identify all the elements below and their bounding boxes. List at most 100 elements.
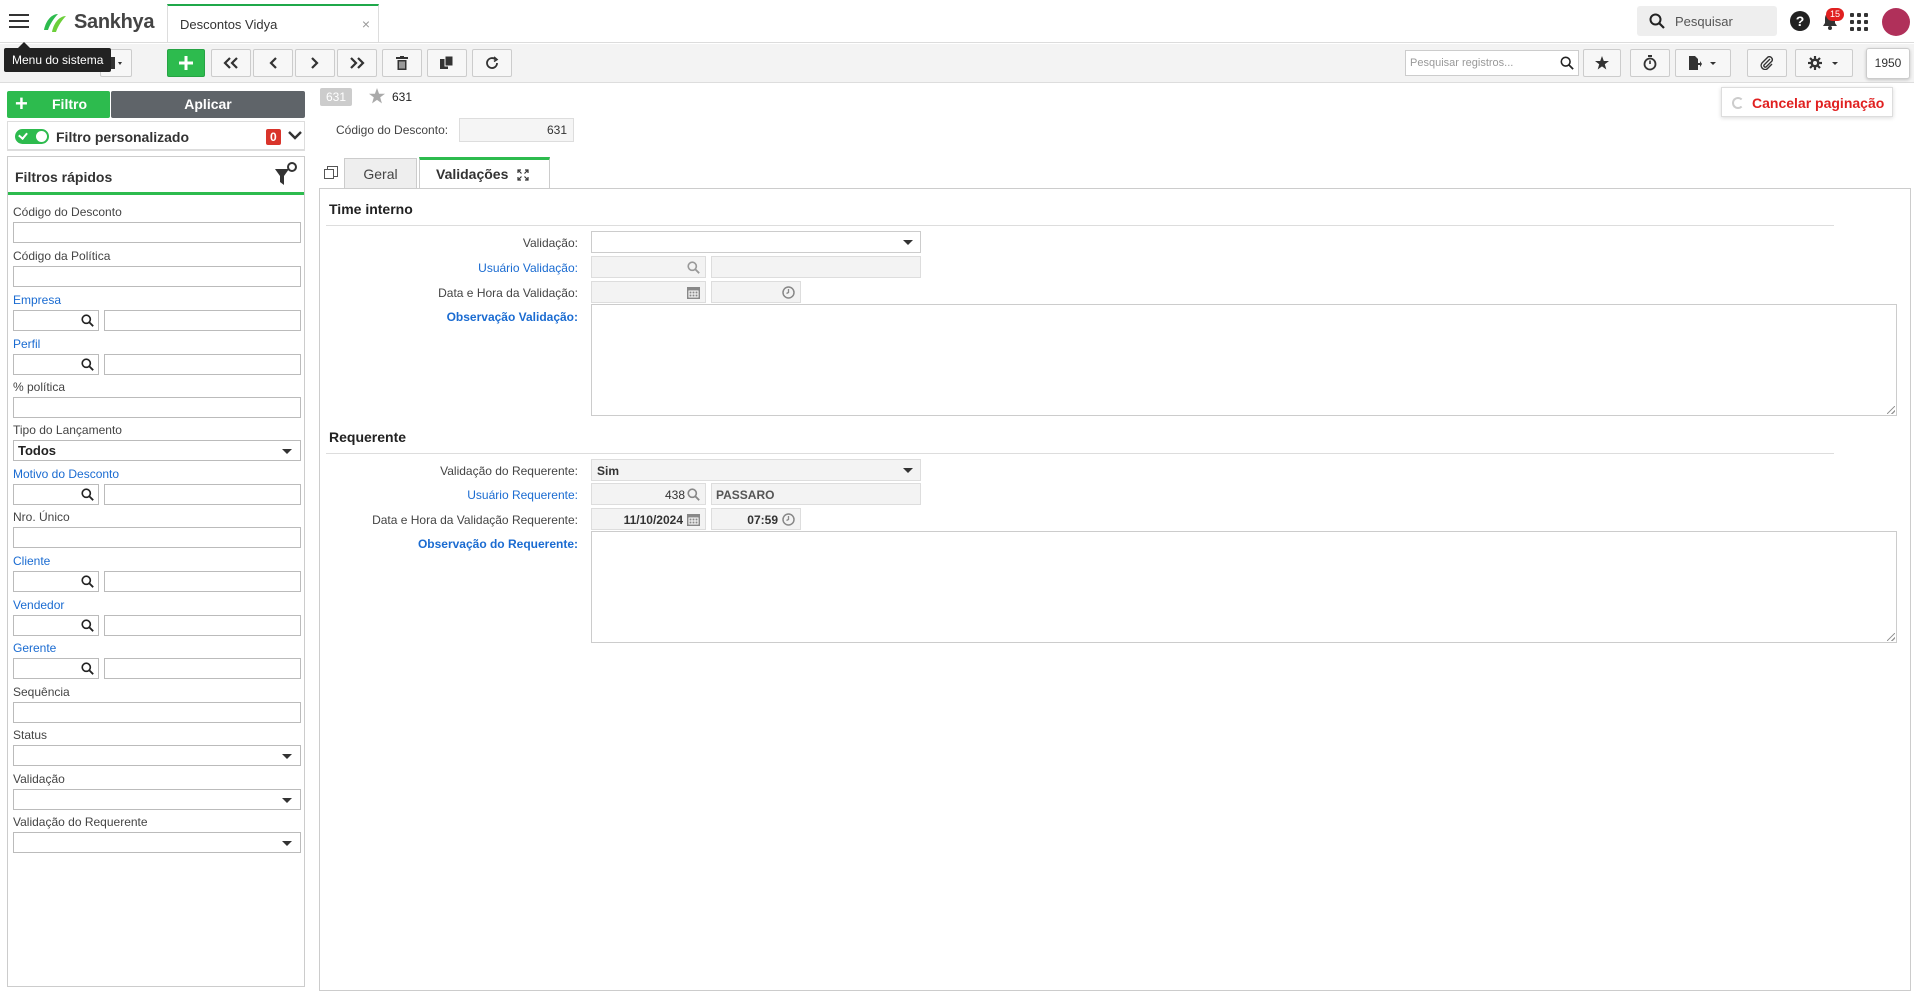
timer-button[interactable] [1630, 49, 1670, 77]
usuario-requerente-code-input[interactable]: 438 [591, 483, 706, 505]
duplicate-button[interactable] [427, 49, 467, 77]
chevron-down-icon[interactable] [288, 130, 302, 140]
apply-button[interactable]: Aplicar [111, 91, 305, 118]
filter-status-select[interactable] [13, 745, 301, 766]
filter-perfil-code-input[interactable] [13, 354, 99, 375]
filter-sequencia-input[interactable] [13, 702, 301, 723]
filter-gerente-label[interactable]: Gerente [13, 641, 301, 655]
filter-gerente-name-input[interactable] [104, 658, 301, 679]
filter-empresa-name-input[interactable] [104, 310, 301, 331]
add-button[interactable] [167, 49, 205, 77]
observacao-requerente-textarea[interactable] [591, 531, 1897, 643]
search-icon[interactable] [81, 662, 94, 675]
custom-filter-toggle[interactable] [15, 129, 49, 144]
filter-vendedor-code-input[interactable] [13, 615, 99, 636]
help-icon[interactable]: ? [1790, 11, 1810, 31]
filter-cliente-name-input[interactable] [104, 571, 301, 592]
filter-validacao-select[interactable] [13, 789, 301, 810]
hora-validacao-input[interactable] [711, 281, 801, 303]
search-icon[interactable] [81, 488, 94, 501]
data-requerente-input[interactable]: 11/10/2024 [591, 508, 706, 530]
document-tab[interactable]: Descontos Vidya × [167, 4, 379, 42]
apps-grid-icon[interactable] [1850, 13, 1868, 31]
filter-tipo-lancamento: Tipo do Lançamento Todos [13, 423, 301, 461]
refresh-icon [486, 56, 499, 69]
filter-perfil-label[interactable]: Perfil [13, 337, 301, 351]
tab-geral[interactable]: Geral [344, 158, 417, 189]
filter-validacao-requerente-select[interactable] [13, 832, 301, 853]
filter-gerente-code-input[interactable] [13, 658, 99, 679]
last-record-button[interactable] [337, 49, 377, 77]
observacao-requerente-label[interactable]: Observação do Requerente: [318, 537, 578, 551]
filter-cliente-label[interactable]: Cliente [13, 554, 301, 568]
search-icon[interactable] [81, 575, 94, 588]
codigo-desconto-field[interactable]: 631 [459, 118, 574, 142]
copy-tab-icon[interactable] [324, 166, 338, 180]
filter-status: Status [13, 728, 301, 766]
delete-button[interactable] [382, 49, 422, 77]
search-icon[interactable] [81, 314, 94, 327]
tab-validacoes[interactable]: Validações [419, 157, 550, 190]
filter-perc-politica-input[interactable] [13, 397, 301, 418]
usuario-validacao-label[interactable]: Usuário Validação: [318, 261, 578, 275]
filter-codigo-politica-label: Código da Política [13, 249, 111, 263]
page-size-button[interactable]: 1950 [1866, 48, 1910, 79]
filter-button[interactable]: + Filtro [7, 91, 110, 118]
filter-cliente-code-input[interactable] [13, 571, 99, 592]
filter-validacao-requerente-label: Validação do Requerente [13, 815, 148, 829]
clock-icon[interactable] [782, 513, 795, 526]
usuario-validacao-code-input[interactable] [591, 256, 706, 278]
filter-motivo-name-input[interactable] [104, 484, 301, 505]
filter-empresa-code-input[interactable] [13, 310, 99, 331]
usuario-validacao-name-input [711, 256, 921, 278]
search-icon[interactable] [687, 261, 700, 274]
calendar-icon[interactable] [687, 513, 700, 526]
search-icon[interactable] [81, 358, 94, 371]
clock-icon[interactable] [782, 286, 795, 299]
validacao-select[interactable] [591, 231, 921, 253]
filter-codigo-desconto-input[interactable] [13, 222, 301, 243]
filter-nro-unico: Nro. Único [13, 510, 301, 548]
filter-nro-unico-input[interactable] [13, 527, 301, 548]
sankhya-logo[interactable]: Sankhya [40, 10, 154, 34]
previous-record-button[interactable] [253, 49, 293, 77]
filter-motivo-desconto-label[interactable]: Motivo do Desconto [13, 467, 301, 481]
validacao-requerente-select[interactable]: Sim [591, 459, 921, 481]
usuario-requerente-label[interactable]: Usuário Requerente: [318, 488, 578, 502]
observacao-validacao-textarea[interactable] [591, 304, 1897, 416]
search-records-placeholder: Pesquisar registros... [1410, 57, 1514, 69]
filter-perfil-name-input[interactable] [104, 354, 301, 375]
export-button[interactable] [1675, 49, 1731, 77]
global-search[interactable]: Pesquisar [1637, 6, 1777, 36]
favorite-button[interactable] [1583, 49, 1621, 77]
attachment-button[interactable] [1747, 49, 1787, 77]
filter-empresa-label[interactable]: Empresa [13, 293, 301, 307]
first-record-button[interactable] [211, 49, 251, 77]
star-icon[interactable] [369, 88, 385, 104]
observacao-validacao-label[interactable]: Observação Validação: [318, 310, 578, 324]
filter-codigo-politica-input[interactable] [13, 266, 301, 287]
calendar-icon[interactable] [687, 286, 700, 299]
toolbar [0, 44, 1914, 83]
search-icon[interactable] [1560, 56, 1574, 70]
filter-settings-icon[interactable] [274, 161, 298, 189]
close-tab-icon[interactable]: × [362, 16, 370, 32]
filter-vendedor-name-input[interactable] [104, 615, 301, 636]
search-icon[interactable] [81, 619, 94, 632]
cancel-pagination-button[interactable]: Cancelar paginação [1721, 87, 1893, 117]
expand-icon[interactable] [517, 169, 529, 181]
search-icon[interactable] [687, 488, 700, 501]
search-records-input[interactable]: Pesquisar registros... [1405, 50, 1579, 76]
filter-tipo-lancamento-select[interactable]: Todos [13, 440, 301, 461]
filter-vendedor-label[interactable]: Vendedor [13, 598, 301, 612]
custom-filter-bar[interactable]: Filtro personalizado 0 [7, 121, 305, 151]
refresh-button[interactable] [472, 49, 512, 77]
record-badge: 631 [320, 88, 353, 106]
settings-button[interactable] [1795, 49, 1853, 77]
avatar[interactable] [1882, 8, 1910, 36]
filter-motivo-code-input[interactable] [13, 484, 99, 505]
next-record-button[interactable] [295, 49, 335, 77]
hora-requerente-input[interactable]: 07:59 [711, 508, 801, 530]
data-validacao-input[interactable] [591, 281, 706, 303]
menu-icon[interactable] [9, 14, 29, 30]
